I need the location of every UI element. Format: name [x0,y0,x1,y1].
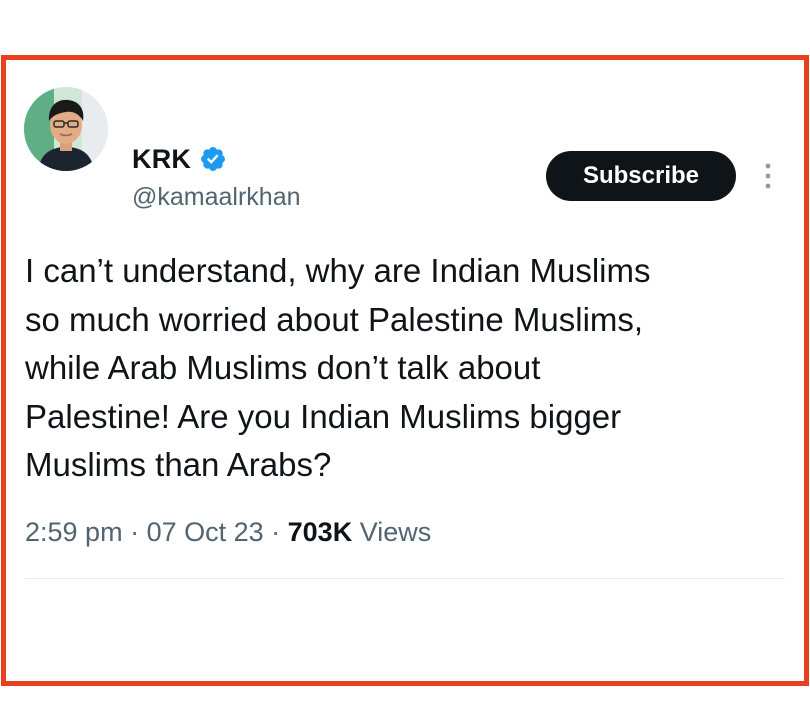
tweet-date[interactable]: 07 Oct 23 [147,517,264,547]
more-vertical-icon[interactable] [760,160,776,192]
author-handle[interactable]: @kamaalrkhan [132,183,301,212]
views-count[interactable]: 703K [288,517,353,547]
meta-separator: · [122,517,147,547]
views-label: Views [352,517,432,547]
tweet-time[interactable]: 2:59 pm [25,517,123,547]
tweet-meta: 2:59 pm · 07 Oct 23 · 703K Views [25,517,431,548]
verified-badge-icon[interactable] [199,145,227,173]
subscribe-button[interactable]: Subscribe [546,151,736,201]
author-name-row[interactable]: KRK [132,142,227,176]
meta-separator: · [263,517,288,547]
divider [25,578,785,579]
display-name[interactable]: KRK [132,144,191,175]
avatar[interactable] [24,87,108,171]
tweet-text: I can’t understand, why are Indian Musli… [25,252,651,483]
